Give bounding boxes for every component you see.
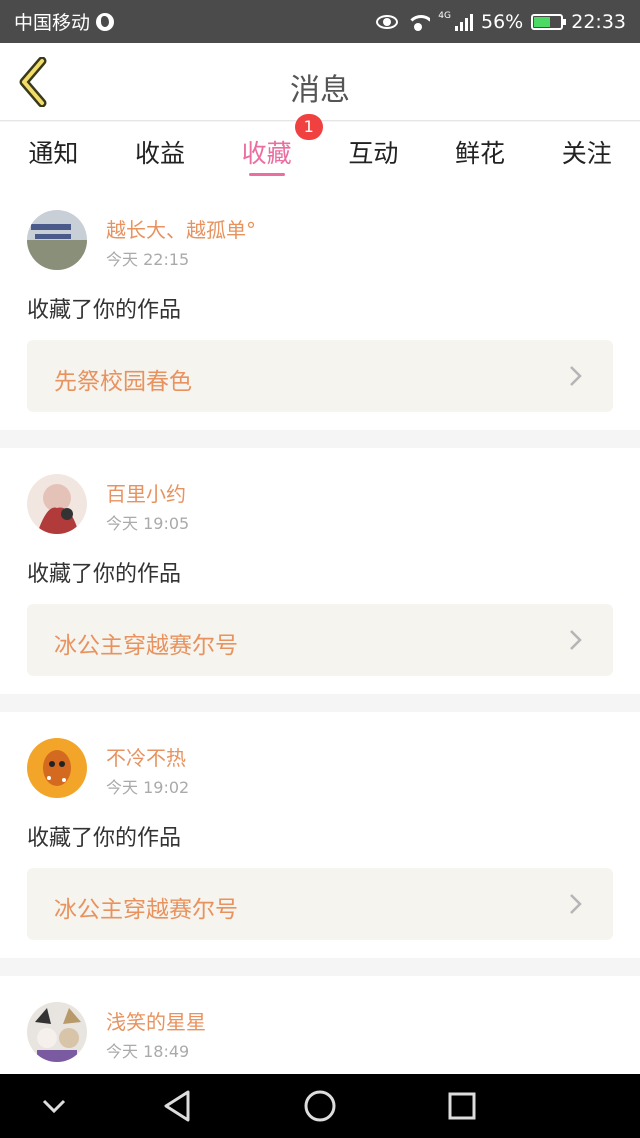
header: 消息 — [0, 43, 640, 121]
list-item: 越长大、越孤单° 今天 22:15 收藏了你的作品 先祭校园春色 — [0, 184, 640, 430]
tab-label: 通知 — [28, 139, 79, 168]
home-circle-icon[interactable] — [300, 1086, 340, 1126]
chevron-right-icon — [570, 894, 582, 914]
chevron-right-icon — [570, 630, 582, 650]
tab-earnings[interactable]: 收益 — [107, 122, 214, 184]
tab-bar: 通知 收益 收藏 1 互动 鲜花 关注 — [0, 114, 640, 184]
username[interactable]: 不冷不热 — [106, 742, 186, 771]
tab-label: 收藏 — [241, 139, 292, 168]
work-link[interactable]: 先祭校园春色 — [27, 340, 613, 412]
avatar[interactable] — [27, 210, 87, 270]
chevron-right-icon — [570, 366, 582, 386]
action-text: 收藏了你的作品 — [27, 562, 182, 587]
action-text: 收藏了你的作品 — [27, 826, 182, 851]
system-nav-bar — [0, 1074, 640, 1138]
username[interactable]: 浅笑的星星 — [106, 1006, 206, 1035]
page-title: 消息 — [290, 73, 350, 108]
avatar[interactable] — [27, 1002, 87, 1062]
list-item: 不冷不热 今天 19:02 收藏了你的作品 冰公主穿越赛尔号 — [0, 712, 640, 958]
timestamp: 今天 18:49 — [106, 1042, 190, 1061]
battery-icon — [531, 13, 567, 30]
tab-label: 鲜花 — [455, 139, 506, 168]
username[interactable]: 越长大、越孤单° — [106, 214, 256, 243]
battery-percent: 56% — [481, 10, 524, 33]
list-item: 百里小约 今天 19:05 收藏了你的作品 冰公主穿越赛尔号 — [0, 448, 640, 694]
recents-square-icon[interactable] — [442, 1086, 482, 1126]
tab-label: 收益 — [135, 139, 186, 168]
status-bar: 中国移动 4G 56% 22:33 — [0, 0, 640, 43]
chevron-down-icon[interactable] — [34, 1086, 74, 1126]
clock: 22:33 — [571, 10, 626, 33]
avatar[interactable] — [27, 474, 87, 534]
work-link[interactable]: 冰公主穿越赛尔号 — [27, 604, 613, 676]
work-title: 先祭校园春色 — [54, 369, 192, 395]
tab-interactions[interactable]: 互动 — [320, 122, 427, 184]
timestamp: 今天 19:02 — [106, 778, 190, 797]
tab-label: 互动 — [348, 139, 399, 168]
action-text: 收藏了你的作品 — [27, 298, 182, 323]
carrier-name: 中国移动 — [14, 12, 91, 34]
tab-notifications[interactable]: 通知 — [0, 122, 107, 184]
eye-icon — [376, 14, 399, 29]
work-title: 冰公主穿越赛尔号 — [54, 633, 238, 659]
status-right: 4G 56% 22:33 — [376, 11, 626, 33]
work-link[interactable]: 冰公主穿越赛尔号 — [27, 868, 613, 940]
back-triangle-icon[interactable] — [158, 1086, 198, 1126]
active-tab-indicator — [248, 173, 285, 176]
globe-icon — [96, 12, 115, 31]
username[interactable]: 百里小约 — [106, 478, 186, 507]
wifi-icon — [406, 13, 431, 31]
work-title: 冰公主穿越赛尔号 — [54, 897, 238, 923]
tab-flowers[interactable]: 鲜花 — [427, 122, 534, 184]
avatar[interactable] — [27, 738, 87, 798]
tab-label: 关注 — [561, 139, 612, 168]
timestamp: 今天 19:05 — [106, 514, 190, 533]
carrier-group: 中国移动 — [14, 8, 115, 35]
message-list: 越长大、越孤单° 今天 22:15 收藏了你的作品 先祭校园春色 百里小约 今天… — [0, 184, 640, 1116]
timestamp: 今天 22:15 — [106, 250, 190, 269]
network-type: 4G — [438, 10, 451, 21]
signal-icon — [455, 13, 473, 31]
tab-following[interactable]: 关注 — [533, 122, 640, 184]
unread-badge: 1 — [294, 114, 323, 140]
tab-favorites[interactable]: 收藏 1 — [213, 114, 323, 184]
